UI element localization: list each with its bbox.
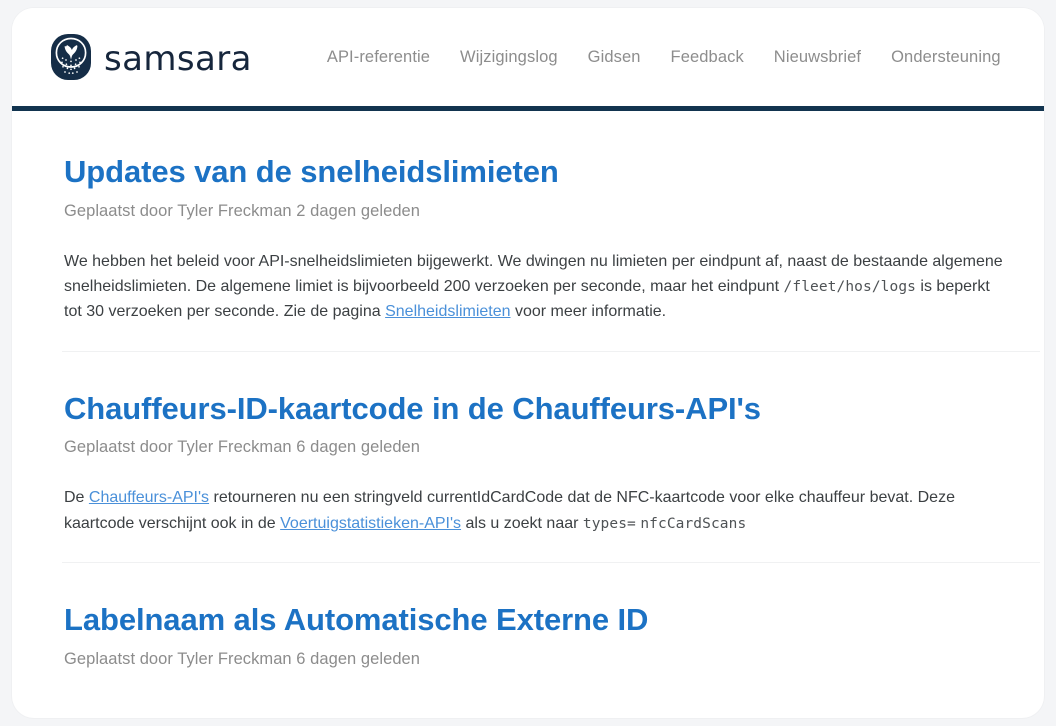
brand-wordmark: samsara — [104, 39, 252, 79]
page-card: samsara API-referentie Wijzigingslog Gid… — [12, 8, 1044, 718]
post-body: De Chauffeurs-API's retourneren nu een s… — [64, 485, 1004, 536]
post-title[interactable]: Chauffeurs-ID-kaartcode in de Chauffeurs… — [64, 390, 1004, 428]
post-meta: Geplaatst door Tyler Freckman 6 dagen ge… — [64, 438, 420, 457]
inline-code-param: types= — [582, 515, 636, 532]
nav-item-api-reference[interactable]: API-referentie — [312, 42, 445, 73]
post-meta: Geplaatst door Tyler Freckman 6 dagen ge… — [64, 649, 420, 668]
link-vehicle-stats-api[interactable]: Voertuigstatistieken-API's — [280, 515, 461, 532]
nav-item-feedback[interactable]: Feedback — [656, 42, 759, 73]
body-text-segment: De — [64, 489, 89, 507]
main-nav: API-referentie Wijzigingslog Gidsen Feed… — [312, 42, 1016, 73]
nav-item-newsletter[interactable]: Nieuwsbrief — [759, 42, 876, 73]
body-text-segment: als u zoekt naar — [461, 514, 583, 532]
inline-code-value: nfcCardScans — [640, 515, 747, 532]
post-title[interactable]: Updates van de snelheidslimieten — [64, 153, 1004, 191]
nav-item-changelog[interactable]: Wijzigingslog — [445, 42, 573, 73]
changelog-entry: Labelnaam als Automatische Externe ID Ge… — [64, 563, 1004, 669]
link-drivers-api[interactable]: Chauffeurs-API's — [89, 489, 209, 506]
site-header: samsara API-referentie Wijzigingslog Gid… — [12, 8, 1044, 106]
body-text-segment: voor meer informatie. — [510, 303, 667, 321]
post-title[interactable]: Labelnaam als Automatische Externe ID — [64, 601, 1004, 639]
nav-item-guides[interactable]: Gidsen — [573, 42, 656, 73]
changelog-entry: Chauffeurs-ID-kaartcode in de Chauffeurs… — [62, 352, 1040, 563]
post-meta: Geplaatst door Tyler Freckman 2 dagen ge… — [64, 201, 420, 220]
changelog-list: Updates van de snelheidslimieten Geplaat… — [12, 111, 1044, 669]
brand-logo-link[interactable]: samsara — [50, 33, 252, 81]
inline-code-endpoint: /fleet/hos/logs — [783, 279, 916, 296]
changelog-entry: Updates van de snelheidslimieten Geplaat… — [62, 111, 1040, 352]
browser-viewport: samsara API-referentie Wijzigingslog Gid… — [0, 0, 1056, 726]
samsara-owl-icon — [50, 33, 92, 81]
nav-item-support[interactable]: Ondersteuning — [876, 42, 1016, 73]
post-body: We hebben het beleid voor API-snelheidsl… — [64, 249, 1004, 325]
link-rate-limits[interactable]: Snelheidslimieten — [385, 303, 510, 320]
